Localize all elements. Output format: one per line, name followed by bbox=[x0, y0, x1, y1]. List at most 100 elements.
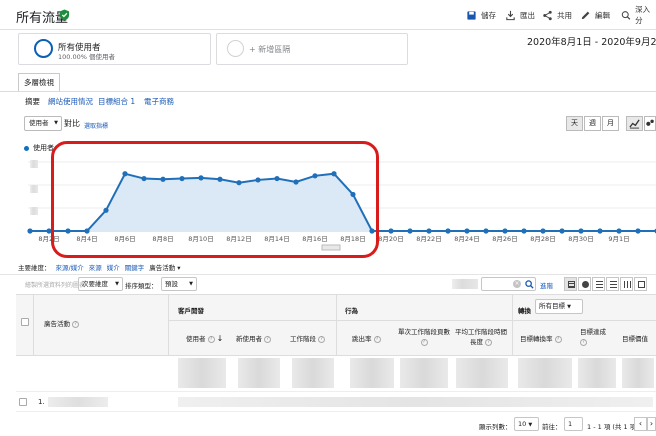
comparison-view-button[interactable] bbox=[606, 277, 619, 291]
clear-search-icon[interactable]: × bbox=[513, 280, 521, 288]
column-header-pages-per-session[interactable]: 單次工作階段頁數 ? bbox=[398, 327, 450, 347]
column-header-new-users[interactable]: 新使用者 ? bbox=[236, 333, 272, 343]
goal-selector-value: 所有目標 bbox=[539, 302, 565, 310]
help-icon[interactable]: ? bbox=[485, 338, 493, 346]
column-label-goal-value: 目標價值 bbox=[622, 335, 648, 343]
line-chart-view-button[interactable] bbox=[626, 116, 643, 131]
secondary-dimension-dropdown[interactable]: 次要維度 ▼ bbox=[78, 277, 123, 291]
edit-button[interactable]: 編輯 bbox=[580, 8, 610, 22]
search-icon[interactable] bbox=[525, 280, 534, 289]
subnav-site-usage[interactable]: 網站使用情況 bbox=[48, 96, 93, 107]
data-point[interactable] bbox=[445, 228, 451, 234]
x-tick-label: 8月26日 bbox=[492, 235, 517, 243]
data-point[interactable] bbox=[388, 228, 394, 234]
x-tick-label: 8月30日 bbox=[568, 235, 593, 243]
save-label: 儲存 bbox=[481, 10, 496, 20]
period-week-button[interactable]: 週 bbox=[584, 116, 601, 131]
help-icon[interactable]: ? bbox=[264, 335, 272, 343]
select-all-checkbox[interactable] bbox=[21, 318, 29, 326]
row-checkbox[interactable] bbox=[19, 398, 27, 406]
data-point[interactable] bbox=[597, 228, 603, 234]
export-button[interactable]: 匯出 bbox=[505, 8, 535, 22]
pie-view-button[interactable] bbox=[578, 277, 591, 291]
date-range-picker[interactable]: 2020年8月1日 - 2020年9月2日 bbox=[527, 34, 656, 48]
subnav-ecommerce[interactable]: 電子商務 bbox=[144, 96, 174, 107]
subnav-goal-set-1[interactable]: 目標組合 1 bbox=[98, 96, 135, 107]
table-view-button[interactable] bbox=[564, 277, 577, 291]
data-point[interactable] bbox=[502, 228, 508, 234]
insights-button[interactable]: 深入分 bbox=[621, 5, 656, 25]
save-button[interactable]: 儲存 bbox=[466, 8, 496, 22]
help-icon[interactable]: ? bbox=[72, 320, 80, 328]
advanced-filter-link[interactable]: 進階 bbox=[540, 280, 553, 290]
pivot-icon bbox=[638, 281, 645, 288]
data-point[interactable] bbox=[616, 228, 622, 234]
column-header-goal-value[interactable]: 目標價值 bbox=[622, 333, 648, 343]
column-header-sessions[interactable]: 工作階段 ? bbox=[290, 333, 326, 343]
tab-divider bbox=[0, 91, 656, 92]
help-icon[interactable]: ? bbox=[318, 335, 326, 343]
help-icon[interactable]: ? bbox=[373, 335, 381, 343]
subnav-summary[interactable]: 摘要 bbox=[25, 96, 40, 107]
help-icon[interactable]: ? bbox=[554, 335, 562, 343]
metric-dropdown[interactable]: 使用者 ▼ bbox=[24, 116, 62, 131]
performance-view-button[interactable] bbox=[592, 277, 605, 291]
data-point[interactable] bbox=[27, 228, 33, 234]
period-month-button[interactable]: 月 bbox=[602, 116, 619, 131]
help-icon[interactable]: ? bbox=[207, 335, 215, 343]
dimension-option-keyword[interactable]: 關鍵字 bbox=[125, 262, 145, 272]
dimension-option-medium[interactable]: 媒介 bbox=[107, 262, 120, 272]
data-point[interactable] bbox=[521, 228, 527, 234]
next-page-button[interactable]: › bbox=[647, 417, 656, 431]
column-header-avg-session-duration[interactable]: 平均工作階段時間長度 ? bbox=[452, 327, 510, 347]
help-icon[interactable]: ? bbox=[580, 338, 587, 346]
data-point[interactable] bbox=[559, 228, 565, 234]
data-point[interactable] bbox=[578, 228, 584, 234]
campaign-column-header[interactable]: 廣告活動 ? bbox=[44, 318, 80, 328]
export-label: 匯出 bbox=[520, 10, 535, 20]
x-tick-label: 9月1日 bbox=[608, 235, 629, 243]
pick-metric-link[interactable]: 選取指標 bbox=[84, 121, 108, 130]
data-point[interactable] bbox=[464, 228, 470, 234]
data-point[interactable] bbox=[426, 228, 432, 234]
rows-per-page-select[interactable]: 10 ▼ bbox=[514, 417, 539, 431]
column-header-users[interactable]: 使用者 ? ↓ bbox=[186, 333, 223, 343]
column-label-users: 使用者 bbox=[186, 335, 206, 343]
data-point[interactable] bbox=[635, 228, 641, 234]
data-point[interactable] bbox=[407, 228, 413, 234]
dimension-option-source-medium[interactable]: 來源/媒介 bbox=[56, 262, 84, 272]
tab-explorer[interactable]: 多層檢視 bbox=[18, 73, 60, 91]
term-cloud-view-button[interactable] bbox=[620, 277, 633, 291]
column-header-bounce-rate[interactable]: 跳出率 ? bbox=[352, 333, 381, 343]
column-label-sessions: 工作階段 bbox=[290, 335, 316, 343]
add-segment-card[interactable] bbox=[216, 33, 408, 65]
column-label-avg-session-duration: 平均工作階段時間長度 bbox=[455, 328, 507, 346]
goto-page-input[interactable]: 1 bbox=[564, 417, 583, 431]
redacted-total-value bbox=[292, 358, 334, 388]
chevron-down-icon: ▼ bbox=[189, 281, 193, 287]
row-range-label: 1 - 1 項 (共 1 項) bbox=[587, 423, 639, 431]
column-header-goal-conversion-rate[interactable]: 目標轉換率 ? bbox=[520, 333, 562, 343]
sort-type-dropdown[interactable]: 預設 ▼ bbox=[161, 277, 197, 291]
dimension-option-source[interactable]: 來源 bbox=[89, 262, 102, 272]
column-divider bbox=[168, 295, 169, 356]
data-point[interactable] bbox=[540, 228, 546, 234]
goal-selector-dropdown[interactable]: 所有目標 ▼ bbox=[535, 299, 583, 314]
period-day-button[interactable]: 天 bbox=[566, 116, 583, 131]
redacted-row-values bbox=[178, 397, 653, 407]
share-button[interactable]: 共用 bbox=[542, 8, 572, 22]
redacted-campaign-name[interactable] bbox=[48, 397, 108, 407]
help-icon[interactable]: ? bbox=[420, 338, 428, 346]
motion-chart-view-button[interactable] bbox=[644, 116, 656, 131]
save-icon bbox=[467, 10, 476, 20]
pivot-view-button[interactable] bbox=[634, 277, 647, 291]
data-point[interactable] bbox=[483, 228, 489, 234]
header-split-line bbox=[168, 320, 656, 321]
plot-rows-button[interactable]: 繪製所選資料列的圖表 bbox=[25, 280, 85, 289]
column-header-goal-completions[interactable]: 目標達成? bbox=[580, 327, 606, 347]
compare-label: 對比 bbox=[64, 119, 80, 128]
edit-label: 編輯 bbox=[595, 10, 610, 20]
column-divider bbox=[512, 295, 513, 356]
dimension-option-campaign[interactable]: 廣告活動 ▾ bbox=[149, 262, 180, 272]
prev-page-button[interactable]: ‹ bbox=[634, 417, 647, 431]
